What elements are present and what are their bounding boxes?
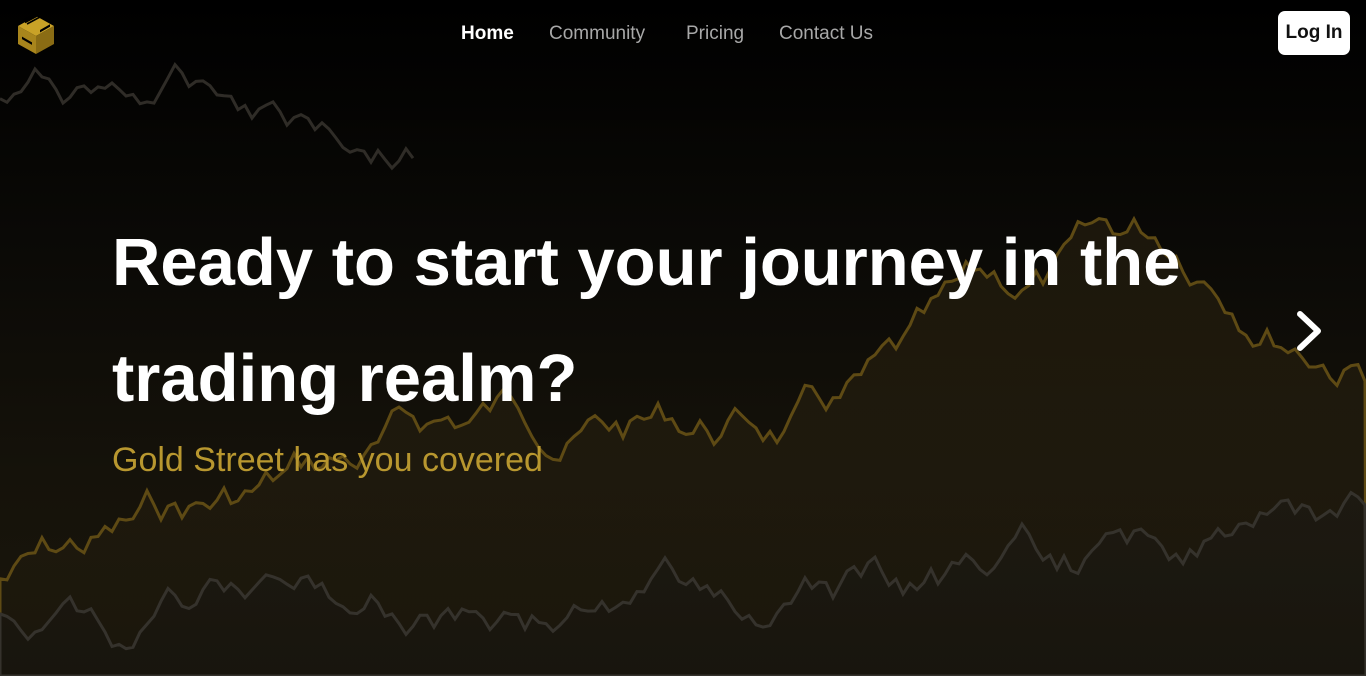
hero-subheadline: Gold Street has you covered	[112, 441, 543, 479]
hero-section: Home Community Pricing Contact Us Log In…	[0, 0, 1366, 676]
nav-item-community[interactable]: Community	[549, 20, 645, 48]
nav-item-pricing[interactable]: Pricing	[686, 20, 744, 48]
main-nav: Home Community Pricing Contact Us	[0, 20, 1366, 48]
chevron-right-icon[interactable]	[1288, 306, 1332, 356]
nav-item-home[interactable]: Home	[461, 20, 514, 48]
hero-headline: Ready to start your journey in the tradi…	[112, 225, 1181, 416]
login-button[interactable]: Log In	[1278, 11, 1350, 55]
nav-item-contact-us[interactable]: Contact Us	[779, 20, 873, 48]
gray-top-chart-line	[0, 62, 415, 171]
